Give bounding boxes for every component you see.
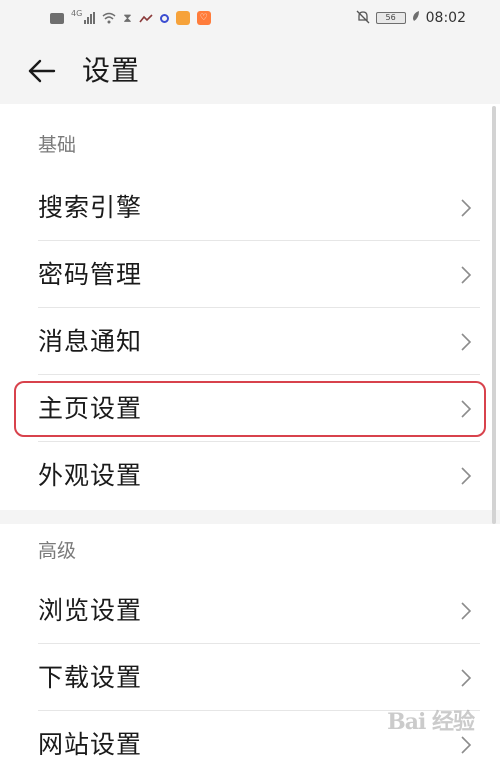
chevron-right-icon bbox=[461, 602, 472, 620]
settings-item-browsing[interactable]: 浏览设置 bbox=[0, 578, 500, 644]
wifi-icon bbox=[102, 12, 116, 24]
settings-item-downloads[interactable]: 下载设置 bbox=[0, 645, 500, 711]
item-label: 外观设置 bbox=[38, 461, 143, 490]
back-arrow-icon bbox=[28, 59, 56, 83]
back-button[interactable] bbox=[26, 54, 60, 88]
battery-icon: 56 bbox=[375, 12, 406, 24]
chevron-right-icon bbox=[461, 669, 472, 687]
settings-item-appearance[interactable]: 外观设置 bbox=[0, 443, 500, 509]
settings-item-search-engine[interactable]: 搜索引擎 bbox=[0, 175, 500, 241]
watermark: Bai 经验 bbox=[387, 709, 475, 735]
item-label: 浏览设置 bbox=[38, 596, 143, 625]
item-label: 网站设置 bbox=[38, 730, 143, 759]
divider bbox=[38, 441, 480, 442]
heart-app-icon: ♡ bbox=[196, 11, 211, 25]
item-label: 消息通知 bbox=[38, 327, 143, 356]
divider bbox=[38, 643, 480, 644]
item-label: 密码管理 bbox=[38, 260, 143, 289]
divider bbox=[38, 307, 480, 308]
toolbar: 设置 bbox=[0, 42, 500, 100]
status-left: 4G ⧗ ♡ bbox=[50, 9, 211, 27]
circle-app-icon bbox=[159, 13, 169, 23]
settings-item-notifications[interactable]: 消息通知 bbox=[0, 309, 500, 375]
chevron-right-icon bbox=[461, 266, 472, 284]
status-time: 08:02 bbox=[425, 10, 466, 26]
scrollbar[interactable] bbox=[492, 106, 496, 524]
chevron-right-icon bbox=[461, 333, 472, 351]
network-type: 4G bbox=[71, 8, 83, 18]
highlight-annotation bbox=[14, 381, 486, 437]
hourglass-icon: ⧗ bbox=[123, 11, 132, 25]
app-notification-icon bbox=[139, 9, 153, 28]
status-bar: 4G ⧗ ♡ 56 08:02 bbox=[0, 0, 500, 36]
signal-icon bbox=[84, 12, 96, 24]
page-title: 设置 bbox=[82, 54, 141, 87]
status-right: 56 08:02 bbox=[356, 9, 466, 27]
chevron-right-icon bbox=[461, 736, 472, 754]
chevron-right-icon bbox=[461, 467, 472, 485]
section-header-advanced: 高级 bbox=[38, 540, 77, 562]
item-label: 搜索引擎 bbox=[38, 193, 143, 222]
settings-item-password-manager[interactable]: 密码管理 bbox=[0, 242, 500, 308]
section-gap bbox=[0, 510, 500, 524]
mute-icon bbox=[356, 10, 370, 27]
hd-icon bbox=[50, 12, 64, 24]
orange-app-icon bbox=[175, 11, 190, 25]
divider bbox=[38, 240, 480, 241]
section-header-basic: 基础 bbox=[38, 134, 77, 156]
power-saving-icon bbox=[412, 10, 420, 26]
item-label: 下载设置 bbox=[38, 663, 143, 692]
divider bbox=[38, 374, 480, 375]
chevron-right-icon bbox=[461, 199, 472, 217]
